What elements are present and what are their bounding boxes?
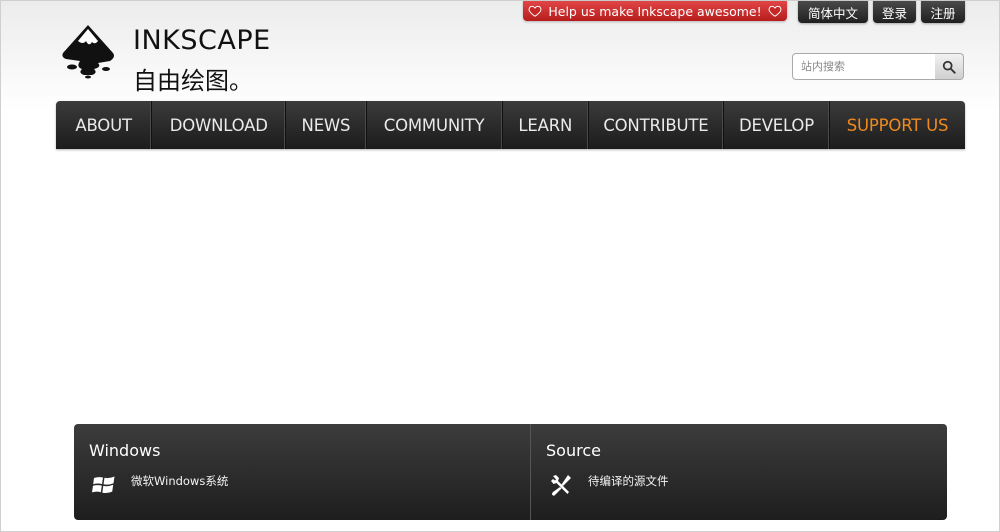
inkscape-logo-icon[interactable] — [58, 23, 118, 79]
page: Help us make Inkscape awesome! 简体中文 登录 注… — [0, 0, 1000, 532]
register-button[interactable]: 注册 — [921, 1, 965, 23]
nav-community[interactable]: COMMUNITY — [367, 101, 503, 149]
nav-contribute[interactable]: CONTRIBUTE — [589, 101, 724, 149]
main-nav: ABOUT DOWNLOAD NEWS COMMUNITY LEARN CONT… — [56, 101, 965, 149]
search-box — [792, 53, 964, 80]
windows-logo-icon[interactable] — [91, 472, 117, 498]
source-download-column: Source 待编译的源文件 — [531, 424, 947, 520]
nav-download[interactable]: DOWNLOAD — [152, 101, 287, 149]
source-title[interactable]: Source — [546, 441, 601, 460]
logo-tagline: 自由绘图。 — [133, 67, 253, 95]
login-button[interactable]: 登录 — [873, 1, 916, 23]
heart-icon — [768, 5, 782, 17]
help-banner-link[interactable]: Help us make Inkscape awesome! — [523, 1, 787, 21]
source-download-link[interactable]: 待编译的源文件 — [588, 473, 669, 489]
help-banner-text: Help us make Inkscape awesome! — [548, 3, 762, 19]
search-button[interactable] — [935, 53, 964, 80]
windows-download-link[interactable]: 微软Windows系统 — [131, 473, 228, 489]
windows-title[interactable]: Windows — [89, 441, 160, 460]
nav-develop[interactable]: DEVELOP — [724, 101, 831, 149]
nav-learn[interactable]: LEARN — [503, 101, 589, 149]
search-input[interactable] — [792, 53, 940, 80]
nav-support-us[interactable]: SUPPORT US — [830, 101, 965, 149]
nav-news[interactable]: NEWS — [286, 101, 367, 149]
language-button[interactable]: 简体中文 — [798, 1, 868, 23]
search-icon — [942, 60, 956, 74]
windows-download-column: Windows 微软Windows系统 — [74, 424, 531, 520]
logo-title[interactable]: INKSCAPE — [133, 25, 271, 56]
nav-about[interactable]: ABOUT — [56, 101, 153, 149]
heart-icon — [528, 5, 542, 17]
tools-icon[interactable] — [548, 472, 574, 498]
download-panel: Windows 微软Windows系统 Source 待编译的源文件 — [74, 424, 947, 520]
